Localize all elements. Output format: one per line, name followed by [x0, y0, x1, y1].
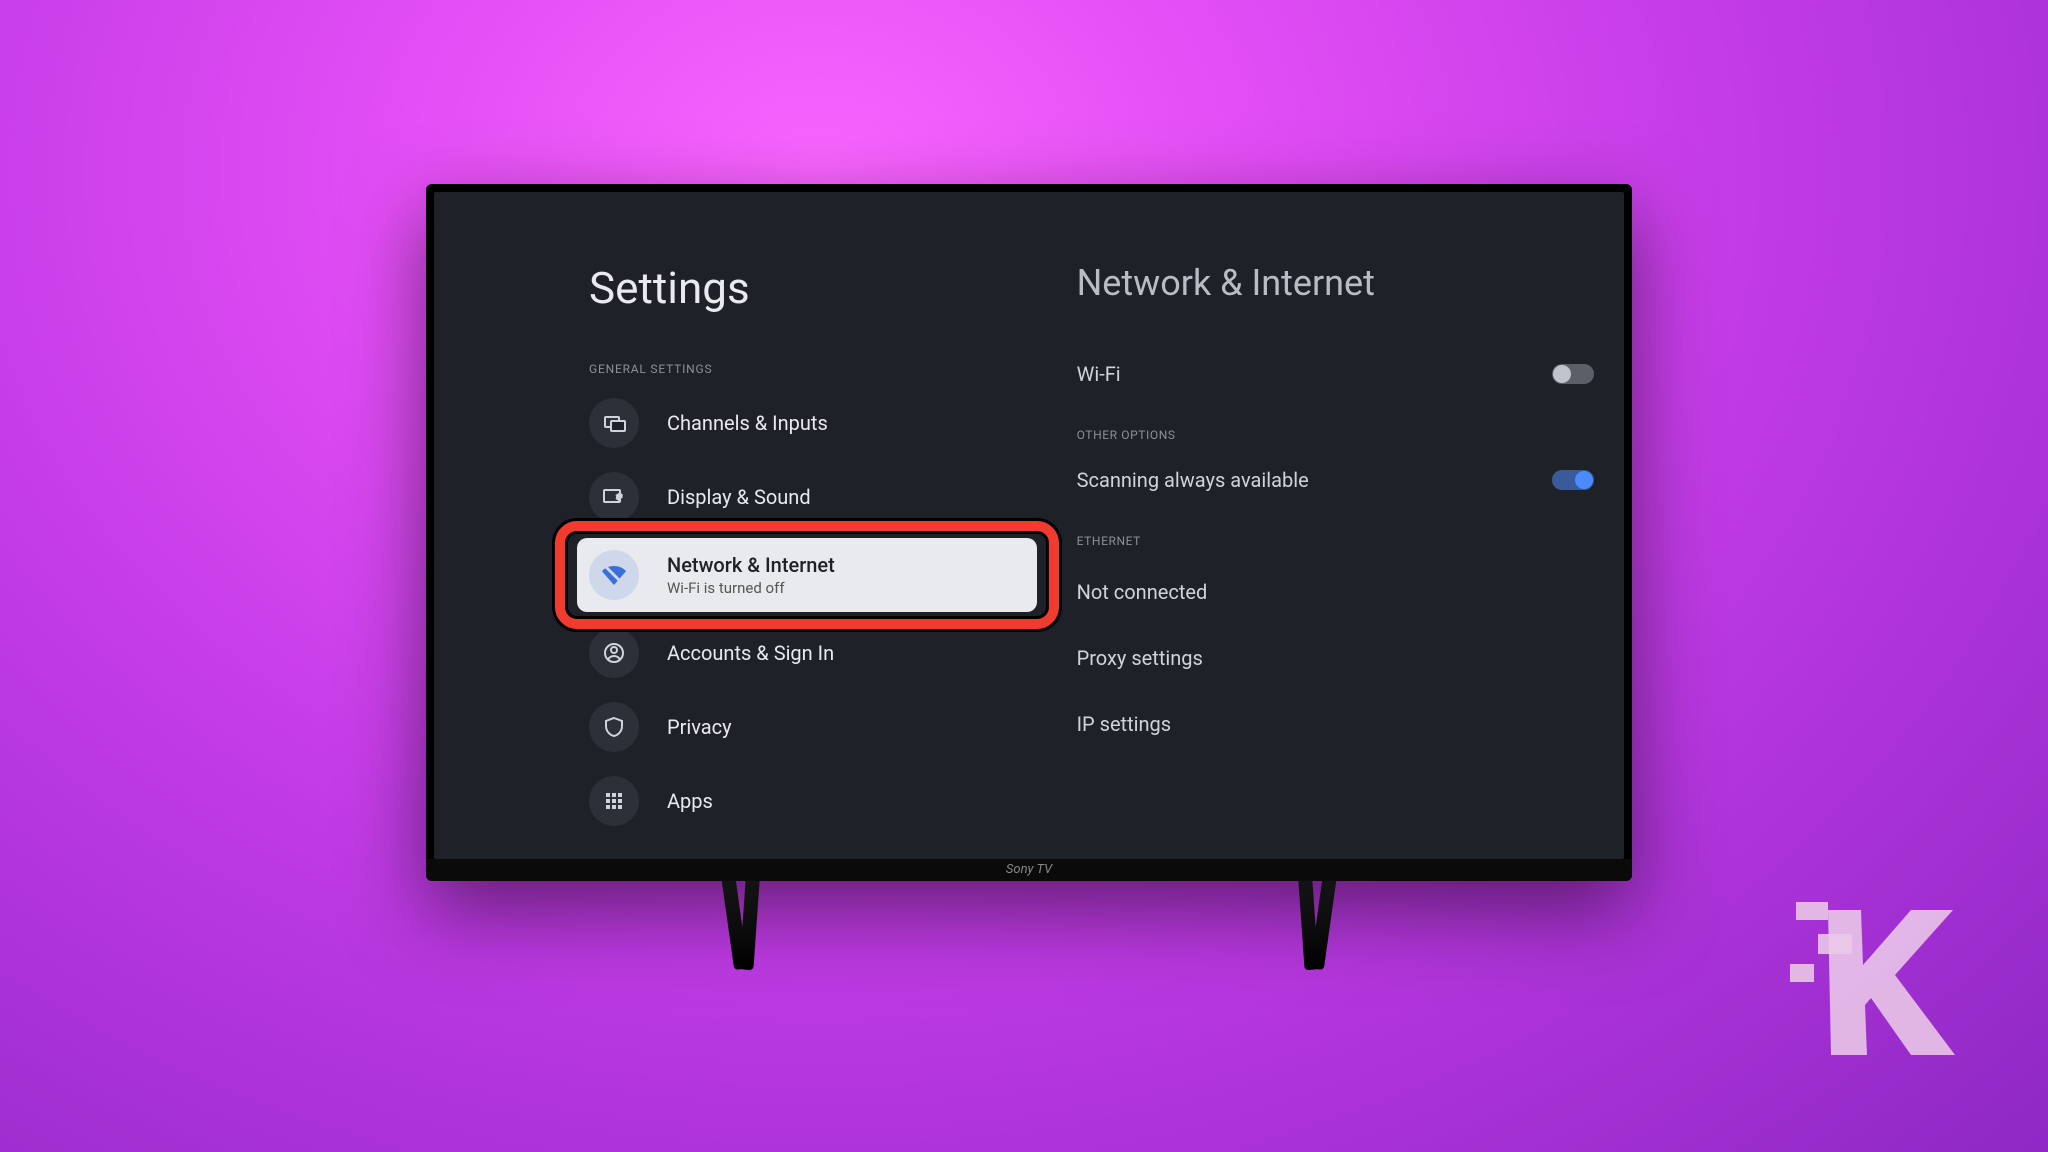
tv-stand — [426, 875, 1632, 975]
ethernet-status[interactable]: Not connected — [1077, 566, 1594, 618]
settings-sidebar: Settings GENERAL SETTINGS Channels & Inp… — [434, 192, 1077, 859]
display-sound-icon — [589, 472, 639, 522]
sidebar-item-apps[interactable]: Apps — [589, 768, 1077, 834]
sidebar-item-accounts-signin[interactable]: Accounts & Sign In — [589, 620, 1077, 686]
account-icon — [589, 628, 639, 678]
scanning-toggle[interactable] — [1552, 470, 1594, 490]
shield-icon — [589, 702, 639, 752]
inputs-icon — [589, 398, 639, 448]
apps-grid-icon — [589, 776, 639, 826]
tv-brand-label: Sony TV — [426, 859, 1632, 881]
ethernet-section-label: ETHERNET — [1077, 534, 1594, 548]
scanning-toggle-row[interactable]: Scanning always available — [1077, 460, 1594, 500]
tv-screen: Settings GENERAL SETTINGS Channels & Inp… — [434, 192, 1624, 859]
sidebar-item-label: Network & Internet — [667, 553, 835, 577]
wifi-toggle[interactable] — [1552, 364, 1594, 384]
page-title: Settings — [589, 262, 1077, 314]
scanning-label: Scanning always available — [1077, 468, 1309, 492]
watermark-logo — [1788, 902, 1953, 1057]
sidebar-item-label: Apps — [667, 789, 713, 813]
tv-frame: Settings GENERAL SETTINGS Channels & Inp… — [426, 184, 1632, 881]
other-options-label: OTHER OPTIONS — [1077, 428, 1594, 442]
detail-pane: Network & Internet Wi-Fi OTHER OPTIONS S… — [1077, 192, 1624, 859]
sidebar-section-label: GENERAL SETTINGS — [589, 362, 1077, 376]
wifi-toggle-row[interactable]: Wi-Fi — [1077, 354, 1594, 394]
wifi-off-icon — [589, 550, 639, 600]
wifi-label: Wi-Fi — [1077, 362, 1121, 386]
sidebar-item-privacy[interactable]: Privacy — [589, 694, 1077, 760]
sidebar-item-label: Channels & Inputs — [667, 411, 828, 435]
proxy-settings[interactable]: Proxy settings — [1077, 632, 1594, 684]
sidebar-item-channels-inputs[interactable]: Channels & Inputs — [589, 390, 1077, 456]
ip-settings[interactable]: IP settings — [1077, 698, 1594, 750]
sidebar-item-label: Privacy — [667, 715, 732, 739]
sidebar-item-label: Accounts & Sign In — [667, 641, 834, 665]
sidebar-item-network-internet[interactable]: Network & Internet Wi-Fi is turned off — [577, 538, 1037, 612]
sidebar-item-display-sound[interactable]: Display & Sound — [589, 464, 1077, 530]
detail-title: Network & Internet — [1077, 262, 1594, 304]
sidebar-item-subtitle: Wi-Fi is turned off — [667, 579, 835, 597]
sidebar-item-label: Display & Sound — [667, 485, 811, 509]
